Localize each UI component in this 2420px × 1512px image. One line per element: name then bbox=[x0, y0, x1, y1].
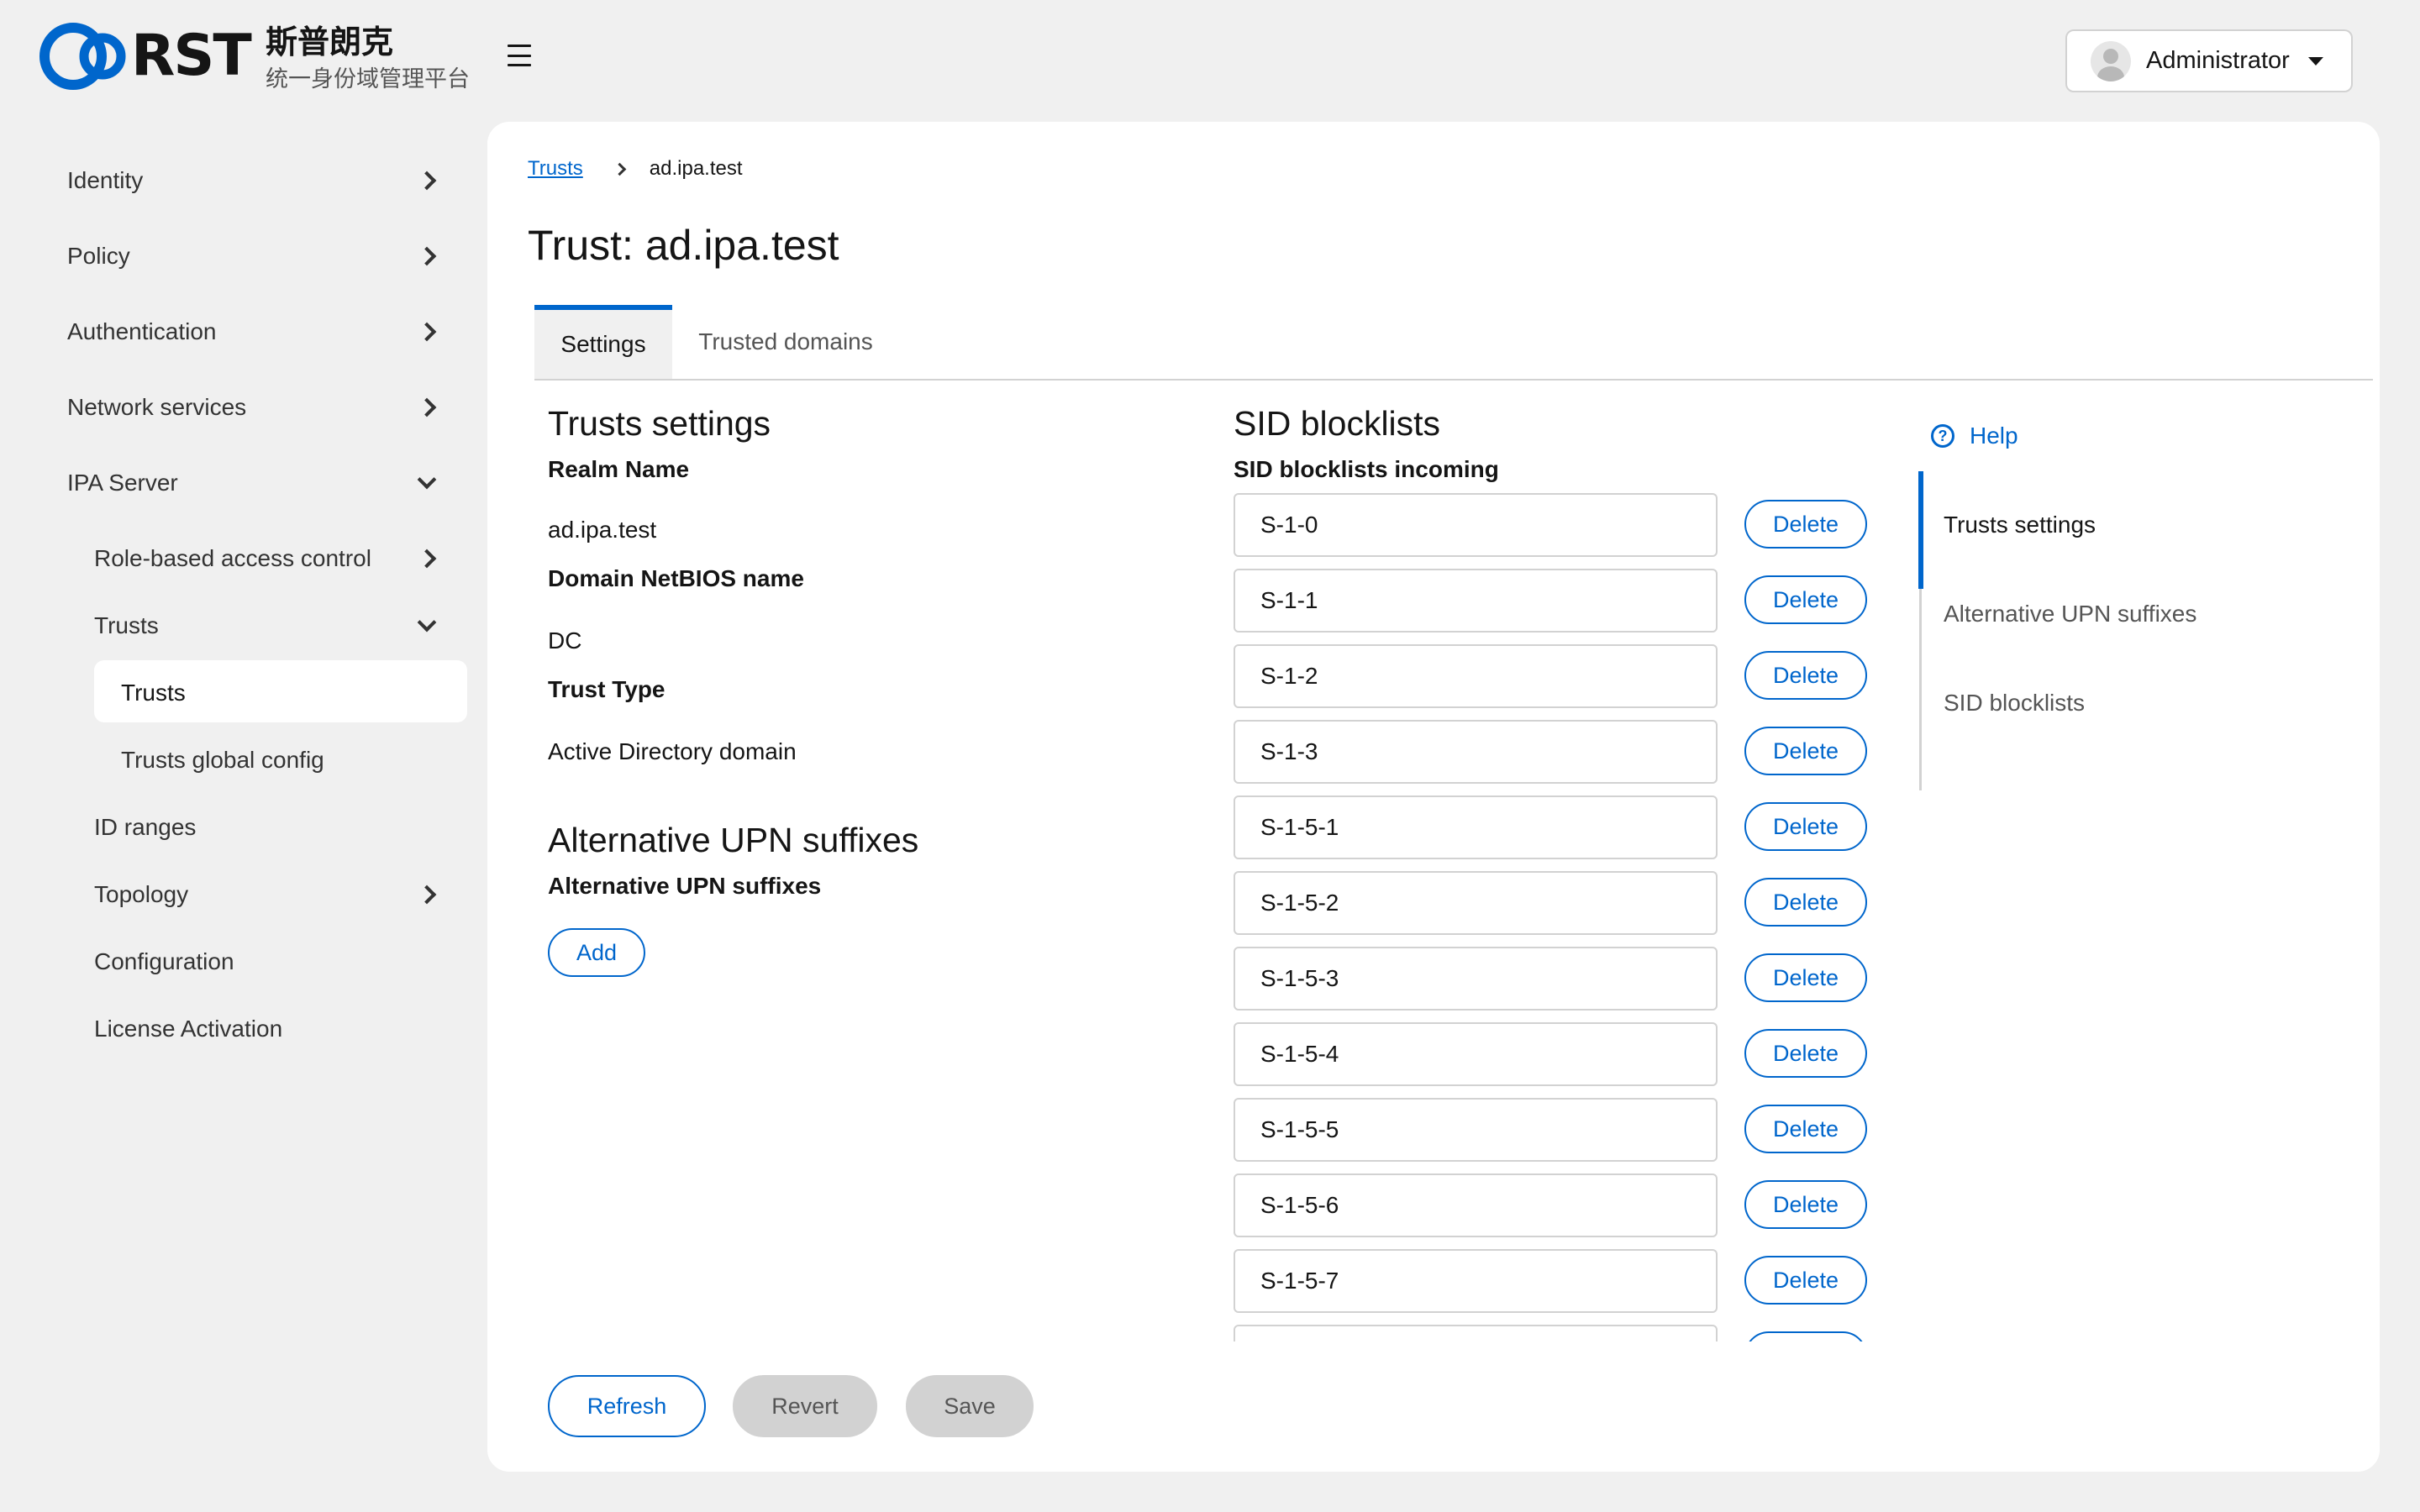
section-title-trusts-settings: Trusts settings bbox=[548, 404, 771, 443]
chevron-right-icon bbox=[417, 246, 437, 266]
netbios-name-label: Domain NetBIOS name bbox=[548, 565, 804, 591]
delete-sid-button[interactable]: Delete bbox=[1744, 500, 1867, 549]
sid-row: Delete bbox=[1234, 493, 1867, 557]
tab-settings[interactable]: Settings bbox=[534, 305, 672, 379]
sidebar-item-label: Network services bbox=[67, 394, 247, 420]
tab-bar: Settings Trusted domains bbox=[534, 305, 2373, 381]
delete-sid-button[interactable]: Delete bbox=[1744, 575, 1867, 624]
brand-name: 斯普朗克 bbox=[266, 24, 394, 60]
sidebar-item-role-based-access-control[interactable]: Role-based access control bbox=[0, 521, 487, 596]
sid-input[interactable] bbox=[1234, 720, 1718, 784]
trust-type-label: Trust Type bbox=[548, 676, 666, 702]
hamburger-icon[interactable] bbox=[504, 42, 534, 69]
help-label: Help bbox=[1970, 423, 2018, 449]
chevron-right-icon bbox=[613, 162, 627, 176]
chevron-right-icon bbox=[417, 171, 437, 191]
sid-input[interactable] bbox=[1234, 644, 1718, 708]
chevron-right-icon bbox=[417, 885, 437, 905]
main-content-card: Trusts ad.ipa.test Trust: ad.ipa.test Se… bbox=[487, 122, 2380, 1472]
caret-down-icon bbox=[2307, 56, 2323, 66]
delete-sid-button[interactable]: Delete bbox=[1744, 651, 1867, 700]
sidebar-item-topology[interactable]: Topology bbox=[0, 865, 487, 924]
sidebar-item-authentication[interactable]: Authentication bbox=[0, 294, 487, 370]
logo-mark-icon bbox=[37, 20, 131, 92]
sid-row: Delete bbox=[1234, 644, 1867, 708]
sidebar-item-label: License Activation bbox=[94, 1016, 283, 1042]
breadcrumb: Trusts ad.ipa.test bbox=[528, 157, 743, 181]
user-name: Administrator bbox=[2146, 47, 2290, 74]
refresh-button[interactable]: Refresh bbox=[548, 1375, 706, 1437]
sid-input[interactable] bbox=[1234, 569, 1718, 633]
sid-row: Delete bbox=[1234, 795, 1867, 859]
sidebar-item-ipa-server[interactable]: IPA Server bbox=[0, 445, 487, 521]
chevron-down-icon bbox=[417, 612, 437, 633]
sidebar-item-id-ranges[interactable]: ID ranges bbox=[0, 790, 487, 865]
sidebar-item-network-services[interactable]: Network services bbox=[0, 370, 487, 445]
sidebar-item-label: ID ranges bbox=[94, 814, 197, 840]
chevron-down-icon bbox=[417, 470, 437, 490]
brand-text: 斯普朗克 统一身份域管理平台 bbox=[266, 22, 470, 94]
sid-input[interactable] bbox=[1234, 795, 1718, 859]
page-title: Trust: ad.ipa.test bbox=[528, 222, 839, 269]
brand-subtitle: 统一身份域管理平台 bbox=[266, 66, 470, 92]
sidebar-item-label: Role-based access control bbox=[94, 545, 371, 571]
help-question-icon: ? bbox=[1931, 424, 1954, 448]
breadcrumb-link-trusts[interactable]: Trusts bbox=[528, 157, 583, 181]
sidebar-item-trusts-global-config[interactable]: Trusts global config bbox=[0, 731, 487, 790]
sidebar-item-identity[interactable]: Identity bbox=[0, 143, 487, 218]
sid-row: Delete bbox=[1234, 871, 1867, 935]
help-link[interactable]: ? Help bbox=[1931, 423, 2018, 449]
sid-input[interactable] bbox=[1234, 871, 1718, 935]
sidebar-item-label: Trusts bbox=[94, 612, 159, 638]
jump-link-trusts-settings[interactable]: Trusts settings bbox=[1944, 512, 2096, 538]
jump-link-active-indicator bbox=[1918, 471, 1923, 589]
sidebar-item-label: Identity bbox=[67, 167, 144, 193]
section-title-sid-blocklists: SID blocklists bbox=[1234, 404, 1441, 443]
sidebar-item-label: Topology bbox=[94, 881, 189, 907]
jump-links-nav: Trusts settings Alternative UPN suffixes… bbox=[1918, 471, 2339, 790]
realm-name-value: ad.ipa.test bbox=[548, 517, 657, 543]
sidebar-item-label: Trusts global config bbox=[121, 747, 324, 773]
user-avatar-icon bbox=[2091, 40, 2131, 81]
logo-text: RST bbox=[131, 23, 252, 89]
jump-link-sid-blocklists[interactable]: SID blocklists bbox=[1944, 690, 2085, 717]
delete-sid-button[interactable]: Delete bbox=[1744, 727, 1867, 775]
sidebar-item-label: Trusts bbox=[121, 680, 186, 706]
sidebar-item-label: Configuration bbox=[94, 948, 234, 974]
sid-blocklists-incoming-label: SID blocklists incoming bbox=[1234, 456, 1499, 482]
revert-button[interactable]: Revert bbox=[733, 1375, 877, 1437]
chevron-right-icon bbox=[417, 322, 437, 342]
netbios-name-value: DC bbox=[548, 627, 582, 654]
sidebar-item-trusts[interactable]: Trusts bbox=[0, 655, 487, 731]
sid-row: Delete bbox=[1234, 569, 1867, 633]
trust-type-value: Active Directory domain bbox=[548, 738, 797, 764]
user-menu-toggle[interactable]: Administrator bbox=[2065, 29, 2353, 92]
breadcrumb-current: ad.ipa.test bbox=[649, 157, 743, 180]
sidebar-item-license-activation[interactable]: License Activation bbox=[0, 1000, 487, 1058]
brand-logo[interactable]: RST bbox=[37, 20, 252, 92]
sid-blocklist-scroll-area-lower bbox=[1234, 962, 1906, 1471]
sidebar-nav: Identity Policy Authentication Network s… bbox=[0, 143, 487, 1058]
realm-name-label: Realm Name bbox=[548, 456, 690, 482]
delete-sid-button[interactable]: Delete bbox=[1744, 802, 1867, 851]
save-button[interactable]: Save bbox=[906, 1375, 1034, 1437]
sidebar-item-label: Authentication bbox=[67, 318, 217, 344]
chevron-right-icon bbox=[417, 397, 437, 417]
sidebar-item-label: Policy bbox=[67, 243, 130, 269]
add-upn-suffix-button[interactable]: Add bbox=[548, 928, 645, 977]
masthead: RST 斯普朗克 统一身份域管理平台 Administrator bbox=[0, 0, 2420, 118]
upn-suffixes-label: Alternative UPN suffixes bbox=[548, 873, 822, 899]
sidebar-item-label: IPA Server bbox=[67, 470, 178, 496]
sidebar-item-policy[interactable]: Policy bbox=[0, 218, 487, 294]
section-title-upn-suffixes: Alternative UPN suffixes bbox=[548, 821, 919, 859]
sidebar-item-trusts-group[interactable]: Trusts bbox=[0, 596, 487, 655]
tab-trusted-domains[interactable]: Trusted domains bbox=[672, 305, 899, 379]
chevron-right-icon bbox=[417, 549, 437, 569]
sid-input[interactable] bbox=[1234, 493, 1718, 557]
sidebar-item-configuration[interactable]: Configuration bbox=[0, 924, 487, 1000]
sid-row: Delete bbox=[1234, 720, 1867, 784]
jump-link-upn-suffixes[interactable]: Alternative UPN suffixes bbox=[1944, 601, 2196, 627]
delete-sid-button[interactable]: Delete bbox=[1744, 878, 1867, 927]
